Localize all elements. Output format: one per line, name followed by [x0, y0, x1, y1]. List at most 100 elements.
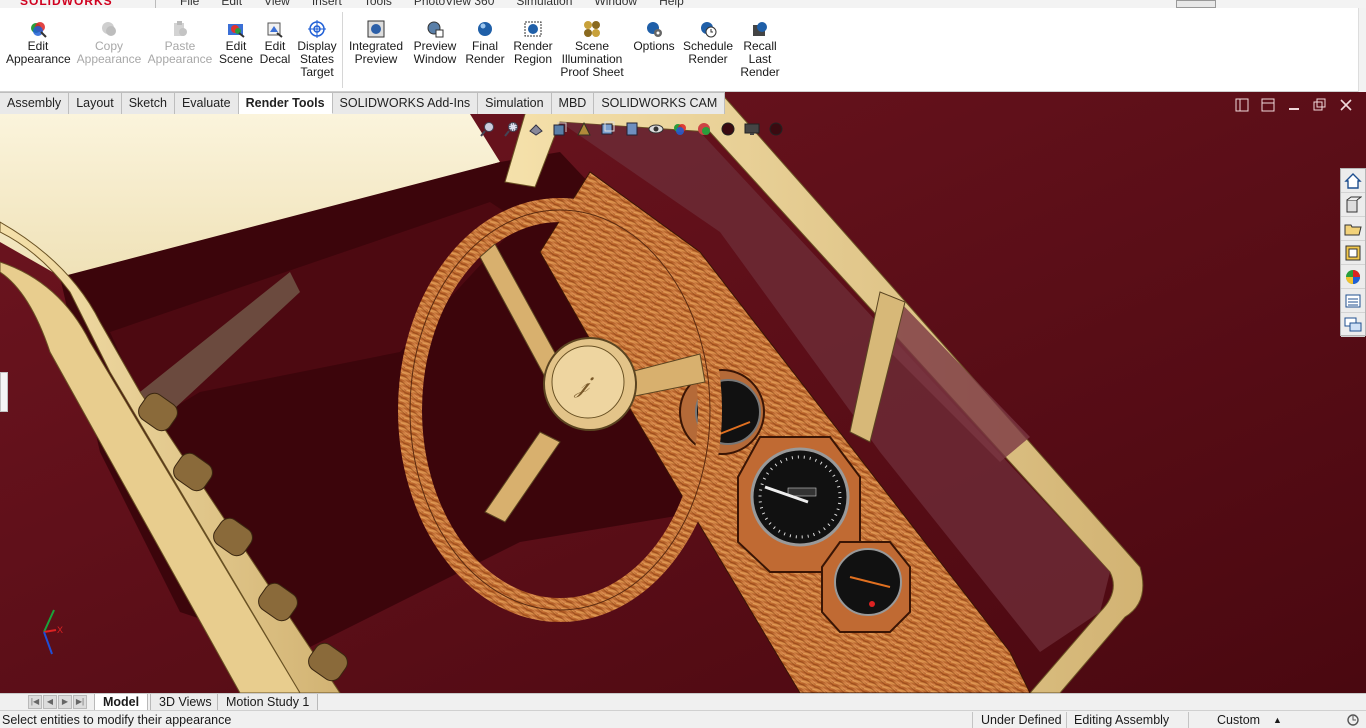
recall-last-render-button[interactable]: Recall Last Render	[738, 20, 782, 79]
zoom-to-area-icon[interactable]	[502, 120, 522, 138]
model-scene: 𝒿	[0, 92, 1366, 693]
menu-photoview[interactable]: PhotoView 360	[414, 0, 495, 8]
last-tab-icon[interactable]: ▶|	[73, 695, 87, 709]
schedule-render-button[interactable]: Schedule Render	[682, 20, 734, 66]
search-box-edge[interactable]	[1176, 0, 1216, 8]
custom-properties-icon[interactable]	[1341, 289, 1365, 313]
tab-mbd[interactable]: MBD	[551, 92, 595, 114]
design-library-icon[interactable]	[1341, 193, 1365, 217]
recall-last-render-icon	[753, 22, 767, 36]
units-arrow-icon[interactable]: ▲	[1273, 715, 1282, 725]
preview-window-icon	[427, 21, 444, 38]
view-settings-icon[interactable]	[742, 120, 762, 138]
tab-evaluate[interactable]: Evaluate	[174, 92, 239, 114]
units-selector[interactable]: Custom	[1217, 713, 1260, 727]
display-style-icon[interactable]	[622, 120, 642, 138]
tab-solidworks-addins[interactable]: SOLIDWORKS Add-Ins	[332, 92, 479, 114]
task-pane-tabs	[1340, 168, 1366, 337]
rebuild-status-icon[interactable]	[1346, 713, 1360, 728]
close-icon[interactable]	[1338, 97, 1354, 113]
status-divider	[972, 712, 973, 728]
appearances-icon[interactable]	[1341, 265, 1365, 289]
edit-decal-button[interactable]: Edit Decal	[258, 20, 292, 66]
next-tab-icon[interactable]: ▶	[58, 695, 72, 709]
view-palette-icon[interactable]	[1341, 241, 1365, 265]
render-icon[interactable]	[766, 120, 786, 138]
render-region-button[interactable]: Render Region	[510, 20, 556, 66]
ribbon-scrollbar[interactable]	[1358, 8, 1366, 92]
scene-illumination-icon	[584, 21, 600, 37]
feature-manager-collapse-handle[interactable]	[0, 372, 8, 412]
command-manager: Edit Appearance Copy Appearance Paste Ap…	[0, 8, 1366, 92]
tile-horizontal-icon[interactable]	[1234, 97, 1250, 113]
solidworks-logo[interactable]: SOLIDWORKS	[8, 0, 156, 8]
prev-tab-icon[interactable]: ◀	[43, 695, 57, 709]
tab-sketch[interactable]: Sketch	[121, 92, 175, 114]
scene-illumination-proof-sheet-button[interactable]: Scene Illumination Proof Sheet	[558, 20, 626, 79]
zoom-to-fit-icon[interactable]	[478, 120, 498, 138]
realview-icon[interactable]	[718, 120, 738, 138]
final-render-button[interactable]: Final Render	[464, 20, 506, 66]
menu-bar: File Edit View Insert Tools PhotoView 36…	[180, 0, 684, 8]
file-explorer-icon[interactable]	[1341, 217, 1365, 241]
tab-simulation[interactable]: Simulation	[478, 92, 552, 114]
apply-scene-icon[interactable]	[694, 120, 714, 138]
graphics-area[interactable]: 𝒿	[0, 92, 1366, 693]
status-divider	[1066, 712, 1067, 728]
menu-file[interactable]: File	[180, 0, 199, 8]
tab-3d-views[interactable]: 3D Views	[150, 694, 221, 711]
render-region-icon	[524, 21, 542, 37]
status-editing-mode: Editing Assembly	[1074, 713, 1170, 727]
first-tab-icon[interactable]: |◀	[28, 695, 42, 709]
gauge-tachometer	[821, 541, 911, 633]
paste-appearance-icon	[174, 21, 187, 36]
options-button[interactable]: Options	[630, 20, 678, 53]
options-gear-icon	[647, 22, 662, 37]
preview-window-button[interactable]: Preview Window	[410, 20, 460, 66]
reference-triad: X	[43, 609, 63, 655]
tab-layout[interactable]: Layout	[69, 92, 122, 114]
edit-decal-icon	[267, 22, 283, 38]
menu-view[interactable]: View	[264, 0, 290, 8]
tab-render-tools[interactable]: Render Tools	[238, 92, 333, 114]
forum-icon[interactable]	[1341, 313, 1365, 337]
paste-appearance-button[interactable]: Paste Appearance	[147, 20, 213, 66]
menu-edit[interactable]: Edit	[221, 0, 242, 8]
status-divider	[1188, 712, 1189, 728]
status-message: Select entities to modify their appearan…	[2, 713, 232, 727]
tab-solidworks-cam[interactable]: SOLIDWORKS CAM	[594, 92, 726, 114]
heads-up-view-toolbar	[478, 118, 786, 140]
dynamic-annotation-icon[interactable]	[574, 120, 594, 138]
schedule-render-icon	[701, 22, 717, 38]
hide-show-icon[interactable]	[646, 120, 666, 138]
tab-motion-study-1[interactable]: Motion Study 1	[217, 694, 319, 711]
tab-model[interactable]: Model	[94, 694, 149, 711]
menu-tools[interactable]: Tools	[364, 0, 392, 8]
viewport-window-controls	[1234, 97, 1354, 113]
copy-appearance-button[interactable]: Copy Appearance	[76, 20, 142, 66]
menu-simulation[interactable]: Simulation	[516, 0, 572, 8]
home-icon[interactable]	[1341, 169, 1365, 193]
edit-appearance-button[interactable]: Edit Appearance	[6, 20, 71, 66]
previous-view-icon[interactable]	[526, 120, 546, 138]
edit-appearance-hud-icon[interactable]	[670, 120, 690, 138]
tile-vertical-icon[interactable]	[1260, 97, 1276, 113]
tab-assembly[interactable]: Assembly	[0, 92, 70, 114]
menu-window[interactable]: Window	[594, 0, 637, 8]
ribbon-separator	[342, 12, 343, 88]
menu-insert[interactable]: Insert	[312, 0, 342, 8]
display-states-target-button[interactable]: Display States Target	[296, 20, 338, 79]
minimize-icon[interactable]	[1286, 97, 1302, 113]
menu-help[interactable]: Help	[659, 0, 684, 8]
svg-text:X: X	[57, 625, 63, 635]
bottom-tabs: |◀ ◀ ▶ ▶| Model 3D Views Motion Study 1	[0, 693, 1366, 711]
restore-icon[interactable]	[1312, 97, 1328, 113]
command-manager-tabs: Assembly Layout Sketch Evaluate Render T…	[0, 92, 726, 114]
title-menu-strip: SOLIDWORKS File Edit View Insert Tools P…	[0, 0, 1366, 8]
edit-scene-button[interactable]: Edit Scene	[218, 20, 254, 66]
integrated-preview-icon	[367, 20, 385, 38]
section-view-icon[interactable]	[550, 120, 570, 138]
integrated-preview-button[interactable]: Integrated Preview	[346, 20, 406, 66]
final-render-icon	[478, 22, 492, 36]
view-orientation-icon[interactable]	[598, 120, 618, 138]
